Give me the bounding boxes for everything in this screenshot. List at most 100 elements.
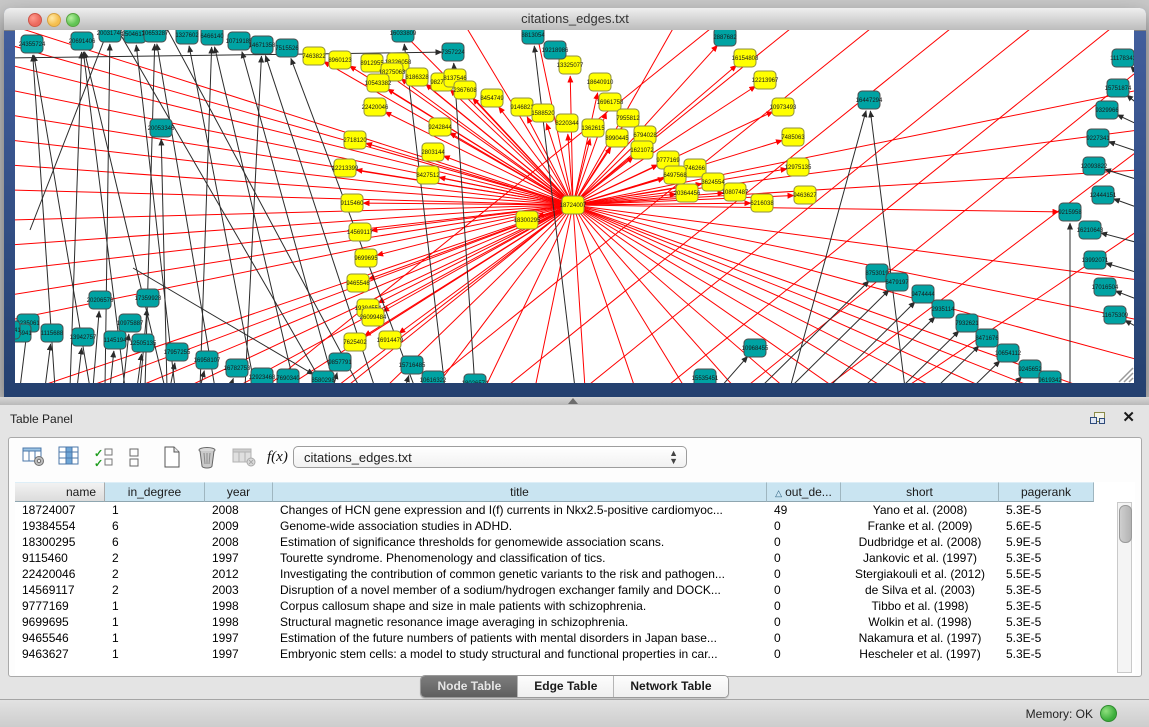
graph-node[interactable]: 14569117 — [347, 223, 374, 241]
graph-node[interactable]: 20691406 — [69, 32, 96, 50]
graph-node[interactable]: 10807487 — [722, 183, 749, 201]
table-row[interactable]: 1456911722003Disruption of a novel membe… — [15, 582, 1135, 598]
scrollbar-thumb[interactable] — [1119, 505, 1132, 543]
graph-node[interactable]: 15751874 — [1105, 79, 1132, 97]
column-header-short[interactable]: short — [841, 482, 999, 502]
table-row[interactable]: 1872400712008Changes of HCN gene express… — [15, 502, 1135, 518]
graph-node[interactable]: 16210643 — [1077, 221, 1104, 239]
graph-edge[interactable] — [1117, 115, 1134, 125]
graph-node[interactable]: 1588520 — [531, 104, 555, 122]
graph-edge[interactable] — [15, 190, 573, 205]
graph-node[interactable]: 13942757 — [70, 328, 97, 346]
resize-grip-icon[interactable] — [1119, 368, 1133, 382]
graph-edge[interactable] — [1113, 199, 1134, 208]
graph-node[interactable]: 12444151 — [1090, 186, 1117, 204]
graph-edge[interactable] — [573, 205, 585, 383]
graph-node[interactable]: 8813054 — [521, 30, 545, 44]
graph-edge[interactable] — [535, 205, 573, 383]
tab-network-table[interactable]: Network Table — [614, 676, 727, 697]
graph-node[interactable]: 8186328 — [405, 68, 429, 86]
create-column-icon[interactable] — [161, 445, 187, 471]
tab-edge-table[interactable]: Edge Table — [518, 676, 614, 697]
graph-edge[interactable] — [573, 205, 885, 383]
graph-node[interactable]: 17359928 — [135, 289, 162, 307]
graph-node[interactable]: 9115460 — [341, 194, 365, 212]
graph-node[interactable]: 8454749 — [480, 89, 504, 107]
graph-node[interactable]: 11178341 — [1110, 49, 1134, 67]
column-header-out_degree[interactable]: △out_de... — [767, 482, 841, 502]
graph-node[interactable]: 12923468 — [249, 368, 276, 383]
graph-node[interactable]: 3624554 — [701, 173, 725, 191]
graph-node[interactable]: 20053346 — [148, 119, 175, 137]
graph-edge[interactable] — [230, 378, 233, 383]
graph-node[interactable]: 8427512 — [416, 166, 440, 184]
graph-node[interactable]: 6479197 — [885, 273, 909, 291]
graph-node[interactable]: 10975887 — [117, 314, 144, 332]
select-columns-icon[interactable]: ✓✓ — [93, 447, 119, 473]
column-header-pagerank[interactable]: pagerank — [999, 482, 1094, 502]
graph-edge[interactable] — [870, 111, 905, 383]
graph-node[interactable]: 17016504 — [1092, 278, 1119, 296]
graph-hub-node[interactable]: 18724007 — [560, 196, 587, 214]
graph-edge[interactable] — [573, 205, 685, 383]
graph-node[interactable]: 7463822 — [302, 47, 326, 65]
graph-node[interactable]: 1115688 — [41, 324, 64, 342]
memory-ok-indicator-icon[interactable] — [1100, 705, 1117, 722]
graph-edge[interactable] — [405, 376, 409, 383]
table-row[interactable]: 1938455462009Genome-wide association stu… — [15, 518, 1135, 534]
graph-node[interactable]: 20206576 — [87, 291, 114, 309]
graph-node[interactable]: 16154808 — [732, 49, 759, 67]
graph-edge[interactable] — [1108, 142, 1134, 152]
graph-node[interactable]: 1327602 — [175, 30, 199, 44]
graph-edge[interactable] — [15, 45, 573, 205]
column-header-name[interactable]: name — [15, 482, 105, 502]
graph-edge[interactable] — [435, 205, 573, 383]
graph-node[interactable]: 10654112 — [995, 344, 1022, 362]
table-row[interactable]: 977716911998Corpus callosum shape and si… — [15, 598, 1135, 614]
graph-edge[interactable] — [454, 63, 475, 383]
graph-node[interactable]: 26099484 — [360, 308, 387, 326]
graph-edge[interactable] — [573, 205, 1134, 360]
graph-node[interactable]: 11675309 — [1102, 306, 1129, 324]
graph-node[interactable]: 22420046 — [362, 98, 389, 116]
graph-node[interactable]: 15535451 — [692, 369, 719, 383]
graph-edge[interactable] — [145, 44, 155, 383]
graph-node[interactable]: 10968455 — [742, 339, 769, 357]
graph-node[interactable]: 18026574 — [462, 374, 489, 383]
graph-node[interactable]: 9215958 — [1058, 203, 1082, 221]
graph-node[interactable]: 7625402 — [343, 333, 367, 351]
graph-edge[interactable] — [45, 344, 51, 383]
graph-node[interactable]: 10543382 — [365, 74, 392, 92]
graph-node[interactable]: 12975135 — [785, 158, 812, 176]
delete-column-icon[interactable] — [195, 445, 221, 471]
table-row[interactable]: 969969511998Structural magnetic resonanc… — [15, 614, 1135, 630]
graph-node[interactable]: 10973493 — [770, 98, 797, 116]
table-mode-icon[interactable] — [21, 445, 47, 471]
graph-node[interactable]: 12505135 — [130, 334, 157, 352]
graph-node[interactable]: 8990445 — [605, 129, 629, 147]
graph-edge[interactable] — [573, 205, 735, 383]
column-header-year[interactable]: year — [205, 482, 273, 502]
table-selector-dropdown[interactable]: citations_edges.txt ▲▼ — [293, 446, 687, 468]
graph-node[interactable]: 18640910 — [587, 73, 614, 91]
graph-node[interactable]: 9463627 — [793, 186, 817, 204]
import-table-icon[interactable] — [231, 445, 257, 471]
graph-node[interactable]: 15716485 — [399, 356, 426, 374]
graph-edge[interactable] — [1101, 233, 1134, 243]
float-panel-icon[interactable] — [1090, 412, 1105, 425]
table-row[interactable]: 2242004622012Investigating the contribut… — [15, 566, 1135, 582]
graph-node[interactable]: 9329966 — [1095, 101, 1119, 119]
table-row[interactable]: 946554611997Estimation of the future num… — [15, 630, 1135, 646]
graph-edge[interactable] — [573, 205, 1035, 383]
graph-edge[interactable] — [1106, 263, 1134, 273]
graph-node[interactable]: 16914479 — [377, 331, 404, 349]
graph-node[interactable]: 12093822 — [1081, 157, 1108, 175]
graph-node[interactable]: 17957255 — [164, 343, 191, 361]
table-row[interactable]: 1830029562008Estimation of significance … — [15, 534, 1135, 550]
graph-edge[interactable] — [77, 348, 82, 383]
graph-node[interactable]: 18300295 — [514, 211, 541, 229]
column-header-title[interactable]: title — [273, 482, 767, 502]
graph-node[interactable]: 7932621 — [955, 314, 979, 332]
graph-edge[interactable] — [242, 52, 335, 383]
graph-node[interactable]: 7485063 — [781, 128, 805, 146]
